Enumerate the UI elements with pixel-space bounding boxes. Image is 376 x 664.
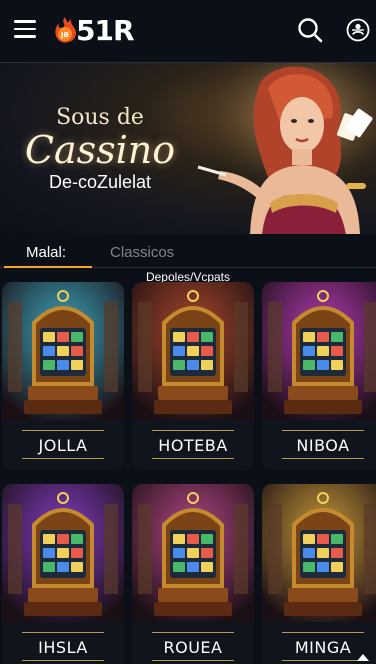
game-title: ROUEA — [163, 638, 223, 657]
label-divider — [282, 660, 364, 661]
logo-text: 51R — [76, 13, 135, 47]
banner-hostess-illustration — [190, 63, 376, 234]
logo-badge-text: JB — [60, 31, 69, 39]
category-tabs: Malal: Classicos — [0, 236, 376, 270]
banner-line3: De-coZulelat — [48, 172, 152, 192]
label-divider — [152, 632, 234, 633]
slot-machine-illustration — [132, 484, 254, 622]
game-card[interactable]: MINGA — [262, 484, 376, 664]
game-title: IHSLA — [38, 638, 88, 657]
label-divider — [22, 430, 104, 431]
label-divider — [22, 660, 104, 661]
game-card[interactable]: NIBOA — [262, 282, 376, 470]
label-divider — [152, 458, 234, 459]
game-card-footer: NIBOA — [262, 420, 376, 470]
flame-logo-icon: JB — [55, 17, 76, 43]
game-card-footer: IHSLA — [2, 622, 124, 664]
scroll-up-icon[interactable] — [356, 652, 370, 662]
label-divider — [22, 458, 104, 459]
label-divider — [152, 430, 234, 431]
game-card[interactable]: JOLLA — [2, 282, 124, 470]
label-divider — [152, 660, 234, 661]
promo-banner[interactable]: Sous de Cassino De-coZulelat — [0, 62, 376, 234]
tab-classicos[interactable]: Classicos — [110, 244, 174, 261]
banner-title: Cassino — [24, 128, 176, 172]
slot-machine-illustration — [262, 282, 376, 420]
label-divider — [282, 458, 364, 459]
logo[interactable]: JB 51R — [52, 10, 135, 50]
game-card[interactable]: ROUEA — [132, 484, 254, 664]
game-title: HOTEBA — [158, 436, 228, 455]
banner-text: Sous de Cassino De-coZulelat — [0, 105, 200, 193]
game-title: NIBOA — [296, 436, 350, 455]
tab-malal[interactable]: Malal: — [26, 244, 66, 261]
game-card[interactable]: IHSLA — [2, 484, 124, 664]
game-card-footer: JOLLA — [2, 420, 124, 470]
slot-machine-illustration — [132, 282, 254, 420]
banner-line1: Sous de — [56, 105, 144, 130]
game-card[interactable]: HOTEBA — [132, 282, 254, 470]
game-card-footer: HOTEBA — [132, 420, 254, 470]
label-divider — [22, 632, 104, 633]
menu-icon[interactable] — [14, 20, 36, 38]
top-header: JB 51R — [0, 0, 376, 62]
slot-machine-illustration — [2, 282, 124, 420]
label-divider — [282, 632, 364, 633]
app-root: JB 51R Sous de Cassino De-coZulelat Mala… — [0, 0, 376, 664]
active-tab-indicator — [4, 266, 92, 268]
user-icon[interactable] — [346, 18, 370, 42]
slot-machine-illustration — [262, 484, 376, 622]
search-icon[interactable] — [296, 16, 324, 44]
game-title: JOLLA — [38, 436, 88, 455]
game-card-footer: ROUEA — [132, 622, 254, 664]
slot-machine-illustration — [2, 484, 124, 622]
label-divider — [282, 430, 364, 431]
